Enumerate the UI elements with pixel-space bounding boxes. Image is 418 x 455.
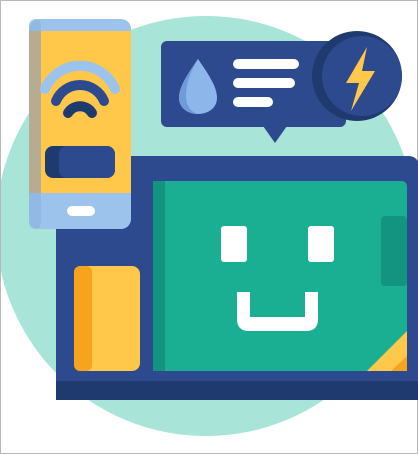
smartphone — [29, 19, 131, 229]
lightning-bolt-icon — [312, 31, 402, 121]
side-panel — [74, 266, 140, 371]
image-frame — [0, 0, 418, 454]
device-screen — [153, 181, 407, 371]
smart-device-illustration — [1, 16, 418, 436]
phone-toggle-button — [45, 146, 115, 178]
phone-home-button — [67, 206, 95, 216]
